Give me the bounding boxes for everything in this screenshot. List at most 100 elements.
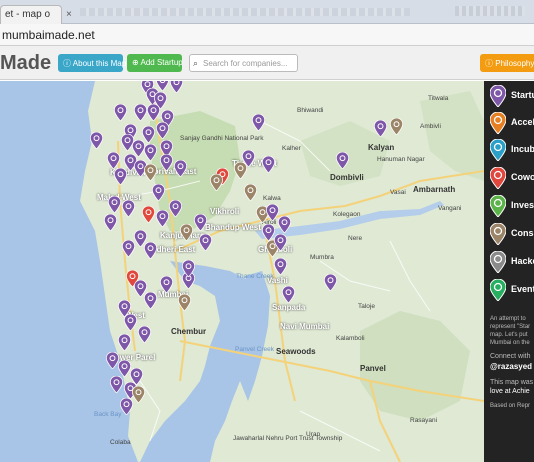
map-label: Ambivli bbox=[420, 123, 441, 130]
philosophy-button[interactable]: ⓘ Philosophy bbox=[480, 54, 534, 72]
startup-marker[interactable] bbox=[169, 200, 182, 217]
intro-line: represent "Star bbox=[490, 324, 531, 330]
map-label: Sanjay Gandhi National Park bbox=[180, 135, 264, 142]
consultant-marker[interactable] bbox=[180, 224, 193, 241]
map-label: Vangani bbox=[438, 205, 462, 212]
about-label: About this Map bbox=[72, 59, 127, 68]
map-label: Ambarnath bbox=[413, 185, 456, 194]
startup-marker[interactable] bbox=[120, 398, 133, 415]
category-filter-dollar[interactable]: Invest bbox=[488, 193, 534, 221]
brand-logo[interactable]: Made bbox=[0, 52, 51, 75]
intro-line: map. Let's put bbox=[490, 332, 528, 338]
map-label: Nere bbox=[348, 235, 363, 242]
category-filter-person[interactable]: Consu bbox=[488, 221, 534, 249]
add-startup-button[interactable]: ⊕ Add Startup bbox=[127, 54, 183, 72]
close-icon[interactable]: × bbox=[66, 9, 72, 20]
startup-marker[interactable] bbox=[242, 150, 255, 167]
category-filter-wrench[interactable]: Hacke bbox=[488, 249, 534, 277]
startup-marker[interactable] bbox=[108, 196, 121, 213]
startup-marker[interactable] bbox=[107, 152, 120, 169]
category-filter-power[interactable]: Startu bbox=[488, 83, 534, 111]
based-on-text[interactable]: Based on Repr bbox=[490, 402, 530, 410]
startup-marker[interactable] bbox=[147, 104, 160, 121]
startup-marker[interactable] bbox=[144, 242, 157, 259]
startup-marker[interactable] bbox=[144, 144, 157, 161]
startup-marker[interactable] bbox=[160, 154, 173, 171]
category-sidebar: Startu Accele Incub Cowo Invest Consu Hacke Eve… bbox=[484, 81, 534, 462]
consultant-marker[interactable] bbox=[244, 184, 257, 201]
startup-marker[interactable] bbox=[156, 210, 169, 227]
power-icon bbox=[490, 85, 506, 107]
browser-tab[interactable]: et - map o bbox=[0, 5, 62, 24]
startup-marker[interactable] bbox=[174, 160, 187, 177]
startup-marker[interactable] bbox=[156, 122, 169, 139]
map-label: Jawaharlal Nehru Port Trust Township bbox=[233, 435, 343, 442]
startup-marker[interactable] bbox=[122, 240, 135, 257]
startup-marker[interactable] bbox=[336, 152, 349, 169]
blurred-user-area bbox=[455, 6, 525, 16]
startup-marker[interactable] bbox=[152, 184, 165, 201]
startup-marker[interactable] bbox=[104, 214, 117, 231]
startup-marker[interactable] bbox=[182, 260, 195, 277]
startup-marker[interactable] bbox=[114, 168, 127, 185]
startup-marker[interactable] bbox=[160, 276, 173, 293]
consultant-marker[interactable] bbox=[132, 386, 145, 403]
made-line: This map was bbox=[490, 379, 534, 386]
consultant-marker[interactable] bbox=[178, 294, 191, 311]
startup-marker[interactable] bbox=[134, 104, 147, 121]
map-label: Bhiwandi bbox=[297, 107, 324, 114]
startup-marker[interactable] bbox=[278, 216, 291, 233]
category-filter-calendar[interactable]: Event bbox=[488, 277, 534, 305]
category-label: Event bbox=[511, 284, 534, 294]
connect-text: Connect with bbox=[490, 353, 531, 360]
map-label: Taloje bbox=[358, 303, 375, 310]
startup-marker[interactable] bbox=[90, 132, 103, 149]
category-filter-gender[interactable]: Incub bbox=[488, 137, 534, 165]
map-label: Kolegaon bbox=[333, 211, 361, 218]
startup-marker[interactable] bbox=[118, 334, 131, 351]
category-filter-rocket[interactable]: Accele bbox=[488, 110, 534, 138]
search-input[interactable]: ⌕ Search for companies... bbox=[189, 54, 298, 72]
address-bar[interactable]: mumbaimade.net bbox=[0, 24, 534, 46]
map-canvas[interactable]: Bhiwandi Titwala Sanjay Gandhi National … bbox=[0, 81, 484, 462]
consultant-marker[interactable] bbox=[390, 118, 403, 135]
tab-title: et - map o bbox=[5, 9, 51, 20]
about-map-button[interactable]: ⓘ About this Map bbox=[58, 54, 127, 72]
map-label: Seawoods bbox=[276, 347, 316, 356]
category-filter-car[interactable]: Cowo bbox=[488, 165, 534, 193]
map-label: Hanuman Nagar bbox=[377, 156, 425, 163]
startup-marker[interactable] bbox=[122, 200, 135, 217]
startup-marker[interactable] bbox=[282, 286, 295, 303]
category-label: Startu bbox=[511, 90, 534, 100]
map-label: Kalwa bbox=[263, 195, 281, 202]
info-icon: ⓘ bbox=[63, 59, 73, 68]
startup-marker[interactable] bbox=[144, 292, 157, 309]
startup-marker[interactable] bbox=[262, 156, 275, 173]
twitter-handle-link[interactable]: @razasyed bbox=[490, 363, 532, 371]
startup-marker[interactable] bbox=[252, 114, 265, 131]
startup-marker[interactable] bbox=[199, 234, 212, 251]
coworking-marker[interactable] bbox=[142, 206, 155, 223]
road-minor-3 bbox=[389, 240, 431, 312]
startup-marker[interactable] bbox=[110, 376, 123, 393]
rocket-icon bbox=[490, 112, 506, 134]
consultant-marker[interactable] bbox=[144, 164, 157, 181]
map-label: Kalyan bbox=[368, 143, 395, 152]
map-label: Mumbra bbox=[310, 254, 334, 261]
map-label: Panvel Creek bbox=[235, 346, 275, 353]
startup-marker[interactable] bbox=[138, 326, 151, 343]
made-line[interactable]: love at Achie bbox=[490, 388, 530, 396]
app-header: Made ⓘ About this Map ⊕ Add Startup ⌕ Se… bbox=[0, 46, 534, 80]
startup-marker[interactable] bbox=[374, 120, 387, 137]
startup-marker[interactable] bbox=[274, 258, 287, 275]
consultant-marker[interactable] bbox=[210, 174, 223, 191]
startup-marker[interactable] bbox=[170, 81, 183, 93]
startup-marker[interactable] bbox=[324, 274, 337, 291]
startup-marker[interactable] bbox=[274, 234, 287, 251]
map-label: Titwala bbox=[428, 95, 449, 102]
url-text[interactable]: mumbaimade.net bbox=[2, 28, 95, 42]
startup-marker[interactable] bbox=[194, 214, 207, 231]
startup-marker[interactable] bbox=[114, 104, 127, 121]
startup-marker[interactable] bbox=[124, 314, 137, 331]
map-label: Dombivli bbox=[330, 173, 364, 182]
